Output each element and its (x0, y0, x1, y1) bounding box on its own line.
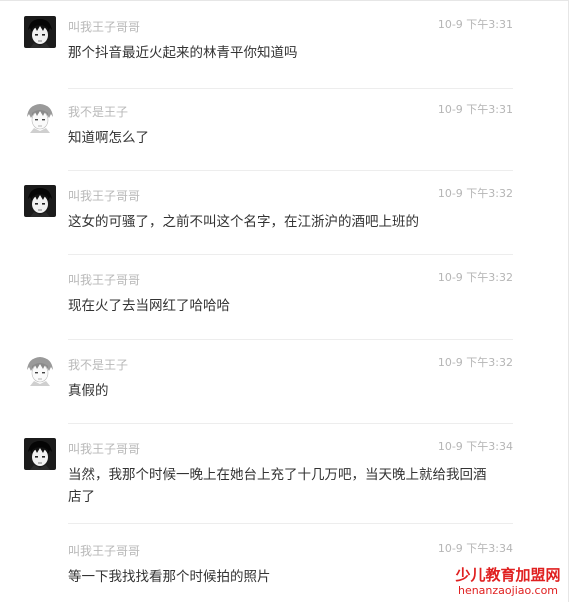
dark-avatar-icon[interactable] (24, 16, 56, 48)
sender-name: 叫我王子哥哥 (68, 544, 141, 558)
dark-avatar-icon[interactable] (24, 438, 56, 470)
sender-name: 叫我王子哥哥 (68, 442, 141, 456)
sender-name: 叫我王子哥哥 (68, 273, 141, 287)
message-time: 10-9 下午3:32 (437, 356, 513, 369)
message-divider (68, 88, 513, 89)
sender-name: 叫我王子哥哥 (68, 20, 141, 34)
message-time: 10-9 下午3:34 (437, 440, 513, 453)
message-divider (68, 523, 513, 524)
dark-avatar-icon[interactable] (24, 185, 56, 217)
message-text: 这女的可骚了，之前不叫这个名字，在江浙沪的酒吧上班的 (68, 214, 419, 230)
message-time: 10-9 下午3:31 (437, 103, 513, 116)
light-avatar-icon[interactable] (24, 101, 56, 133)
message-time: 10-9 下午3:32 (437, 271, 513, 284)
sender-name: 叫我王子哥哥 (68, 189, 141, 203)
message-text: 等一下我找找看那个时候拍的照片 (68, 569, 271, 585)
message-divider (68, 423, 513, 424)
light-avatar-icon[interactable] (24, 354, 56, 386)
message-divider (68, 339, 513, 340)
message-time: 10-9 下午3:32 (437, 187, 513, 200)
site-watermark: 少儿教育加盟网 henanzaojiao.com (452, 566, 564, 598)
message-text: 当然，我那个时候一晚上在她台上充了十几万吧，当天晚上就给我回酒店了 (68, 467, 487, 505)
message-divider (68, 170, 513, 171)
sender-name: 我不是王子 (68, 105, 129, 119)
message-divider (68, 254, 513, 255)
watermark-url: henanzaojiao.com (457, 584, 559, 597)
message-text: 知道啊怎么了 (68, 130, 149, 146)
message-text: 现在火了去当网红了哈哈哈 (68, 298, 230, 314)
message-text: 那个抖音最近火起来的林青平你知道吗 (68, 45, 298, 61)
message-time: 10-9 下午3:34 (437, 542, 513, 555)
top-border (0, 0, 569, 1)
watermark-name: 少儿教育加盟网 (455, 566, 561, 584)
message-time: 10-9 下午3:31 (437, 18, 513, 31)
message-text: 真假的 (68, 383, 109, 399)
sender-name: 我不是王子 (68, 358, 129, 372)
